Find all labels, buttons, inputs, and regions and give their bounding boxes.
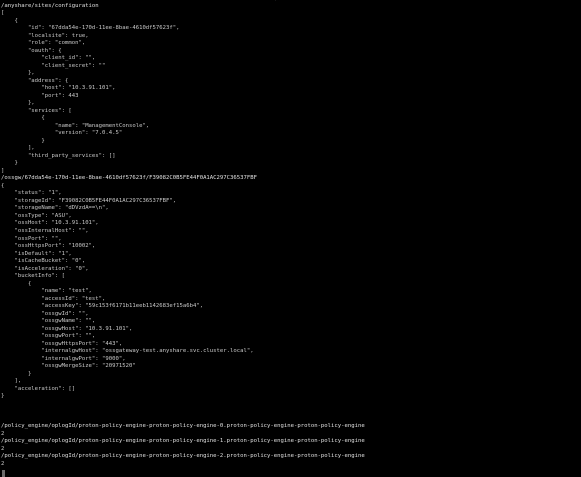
terminal-line: } <box>1 137 45 144</box>
terminal-line: /policy_engine/oplogId/proton-policy-eng… <box>1 453 365 460</box>
terminal-cursor <box>2 470 5 477</box>
terminal-line: "oauth": { <box>1 47 62 54</box>
terminal-line: "port": 443 <box>1 92 79 99</box>
terminal-line: "ossInternalHost": "", <box>1 227 89 234</box>
terminal-line: "ossgwHttpsPort": "443", <box>1 340 123 347</box>
terminal-line: "accessId": "test", <box>1 295 106 302</box>
terminal-output: [root@localhost ~]# etcdctl get /anyshar… <box>1 0 365 468</box>
terminal-line: "ossgwId": "", <box>1 310 89 317</box>
terminal-line: "internalgwPort": "9000", <box>1 355 126 362</box>
terminal-line: 2 <box>1 430 5 437</box>
terminal-line: "isDefault": "1", <box>1 250 72 257</box>
terminal-line: /policy_engine/oplogId/proton-policy-eng… <box>1 423 365 430</box>
terminal-window[interactable]: [root@localhost ~]# etcdctl get /anyshar… <box>0 0 581 477</box>
terminal-line: "client_secret": "" <box>1 62 106 69</box>
terminal-line: { <box>1 182 5 189</box>
terminal-line: "status": "1", <box>1 190 62 197</box>
terminal-line: "bucketInfo": [ <box>1 273 65 280</box>
terminal-line: "host": "10.3.91.101", <box>1 85 116 92</box>
terminal-line: "ossHost": "10.3.91.101", <box>1 220 99 227</box>
terminal-line: "ossgwPort": "", <box>1 333 96 340</box>
terminal-line: { <box>1 17 18 24</box>
terminal-line: "version": "7.0.4.5" <box>1 130 123 137</box>
terminal-line: "ossType": "ASU", <box>1 212 72 219</box>
terminal-line: "ossHttpsPort": "10002", <box>1 243 96 250</box>
terminal-line: [ <box>1 10 5 17</box>
terminal-line: "name": "test", <box>1 288 92 295</box>
terminal-line: ], <box>1 145 35 152</box>
terminal-line: ] <box>1 167 5 174</box>
terminal-line: 2 <box>1 445 5 452</box>
terminal-line: "ossgwMergeSize": "20971520" <box>1 363 136 370</box>
terminal-line: "ossgwName": "", <box>1 318 96 325</box>
terminal-line: } <box>1 393 5 400</box>
terminal-line: "address": { <box>1 77 69 84</box>
terminal-line: "ossPort": "", <box>1 235 62 242</box>
terminal-line: /ossgw/67dda54e-170d-11ee-8bae-4610df576… <box>1 175 257 182</box>
terminal-line: "third_party_services": [] <box>1 152 116 159</box>
terminal-line: "name": "ManagementConsole", <box>1 122 150 129</box>
terminal-line: }, <box>1 70 35 77</box>
terminal-line: /anyshare/sites/configuration <box>1 2 99 9</box>
terminal-line: "isAcceleration": "0", <box>1 265 89 272</box>
terminal-line: "isCacheBucket": "0", <box>1 258 86 265</box>
terminal-line: }, <box>1 100 35 107</box>
terminal-line: 2 <box>1 460 5 467</box>
terminal-line: } <box>1 160 18 167</box>
terminal-line: } <box>1 370 32 377</box>
terminal-line: "services": [ <box>1 107 72 114</box>
terminal-line: /policy_engine/oplogId/proton-policy-eng… <box>1 438 365 445</box>
terminal-line: "ossgwHost": "10.3.91.101", <box>1 325 133 332</box>
terminal-line: "storageId": "F39082C0B5FE44F0A1AC297C36… <box>1 197 177 204</box>
terminal-line: "client_id": "", <box>1 55 96 62</box>
terminal-line: { <box>1 280 32 287</box>
terminal-line: ], <box>1 378 22 385</box>
terminal-line: "acceleration": [] <box>1 385 76 392</box>
terminal-line: "id": "67dda54e-170d-11ee-8bae-4610df576… <box>1 25 180 32</box>
terminal-line: "role": "common", <box>1 40 86 47</box>
terminal-line: "storageName": "dDVzdA==\n", <box>1 205 109 212</box>
terminal-line: "localsite": true, <box>1 32 89 39</box>
terminal-line: { <box>1 115 45 122</box>
terminal-line: "internalgwHost": "ossgateway-test.anysh… <box>1 348 254 355</box>
terminal-line: "accessKey": "59c153f6171b11eeb1142683ef… <box>1 303 204 310</box>
